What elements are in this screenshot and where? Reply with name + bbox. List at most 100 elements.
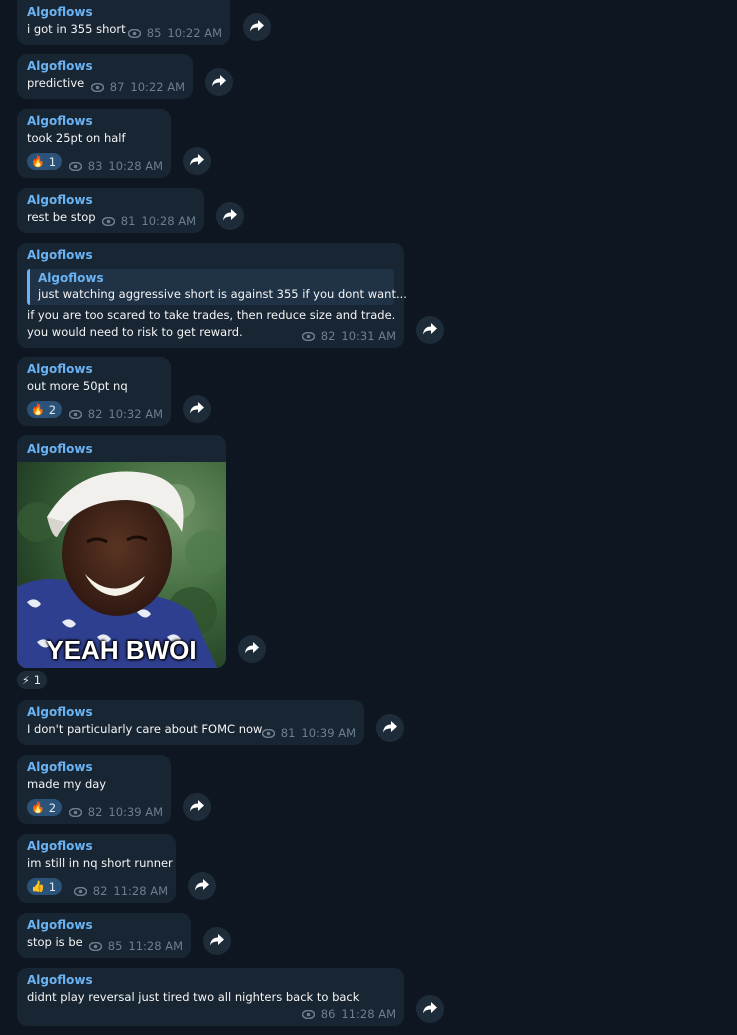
reaction-chip[interactable]: 🔥 1 [27,153,63,170]
sender-name[interactable]: Algoflows [27,760,93,774]
view-count: 82 [320,329,336,343]
sender-name[interactable]: Algoflows [27,59,93,73]
message-time: 11:28 AM [113,884,168,898]
message-bubble[interactable]: Algoflows predictive 87 10:22 AM [17,54,193,99]
message-meta: 87 10:22 AM [90,80,185,94]
reaction-count: 1 [48,879,57,894]
view-count: 83 [87,159,103,173]
forward-button[interactable] [238,635,266,663]
quote-text: just watching aggressive short is agains… [38,287,407,301]
sender-name[interactable]: Algoflows [27,248,93,262]
forward-icon [212,74,226,90]
message-time: 10:28 AM [108,159,163,173]
sender-name[interactable]: Algoflows [27,973,93,987]
message-text-line-1: if you are too scared to take trades, th… [27,308,396,322]
forward-button[interactable] [205,68,233,96]
eye-icon [68,161,82,171]
message-meta: 82 10:39 AM [68,805,163,819]
forward-icon [250,19,264,35]
message-text-line-2: you would need to risk to get reward. [27,325,243,339]
eye-icon [261,728,275,738]
message-meta: 81 10:28 AM [101,214,196,228]
forward-icon [423,322,437,338]
eye-icon [73,886,87,896]
message-bubble[interactable]: Algoflows took 25pt on half 🔥 1 83 10:28… [17,109,171,178]
sender-name[interactable]: Algoflows [27,839,93,853]
sender-name[interactable]: Algoflows [27,362,93,376]
forward-button[interactable] [376,714,404,742]
message-meta: 86 11:28 AM [301,1007,396,1021]
forward-button[interactable] [183,395,211,423]
message-text: I don't particularly care about FOMC now [27,722,263,736]
message-bubble[interactable]: Algoflows I don't particularly care abou… [17,700,364,745]
message-meta: 85 10:22 AM [127,26,222,40]
sender-name[interactable]: Algoflows [27,918,93,932]
message-bubble[interactable]: Algoflows stop is be 85 11:28 AM [17,913,191,958]
message-meta: 82 10:31 AM [301,329,396,343]
forward-button[interactable] [203,927,231,955]
message-text: made my day [27,777,107,791]
message-bubble[interactable]: Algoflows out more 50pt nq 🔥 2 82 10:32 … [17,357,171,426]
forward-button[interactable] [216,202,244,230]
forward-button[interactable] [183,793,211,821]
message-bubble[interactable]: Algoflows Algoflows just watching aggres… [17,243,407,348]
message-time: 10:39 AM [108,805,163,819]
message-text: out more 50pt nq [27,379,128,393]
eye-icon [101,216,115,226]
reply-quote[interactable]: Algoflows just watching aggressive short… [27,269,407,305]
reaction-chip[interactable]: 🔥 2 [27,799,63,816]
message-time: 10:31 AM [341,329,396,343]
message-text: didnt play reversal just tired two all n… [27,990,360,1004]
gif-caption: YEAH BWOI [46,635,197,665]
eye-icon [88,941,102,951]
sender-name[interactable]: Algoflows [27,5,93,19]
reaction-chip[interactable]: 👍 1 [27,878,63,895]
message-bubble[interactable]: Algoflows didnt play reversal just tired… [17,968,404,1026]
message-text: took 25pt on half [27,131,126,145]
message-time: 11:28 AM [128,939,183,953]
forward-button[interactable] [183,147,211,175]
forward-icon [190,799,204,815]
view-count: 82 [92,884,108,898]
message-meta: 82 11:28 AM [73,884,168,898]
forward-button[interactable] [416,316,444,344]
sender-name[interactable]: Algoflows [27,193,93,207]
message-time: 10:32 AM [108,407,163,421]
fire-icon: 🔥 [31,801,45,814]
gif-media[interactable]: YEAH BWOI [17,462,226,668]
message-bubble[interactable]: Algoflows YEAH BWOI [17,435,226,668]
message-text: stop is be [27,935,83,949]
reaction-chip[interactable]: 🔥 2 [27,401,63,418]
message-time: 10:28 AM [141,214,196,228]
reaction-count: 2 [48,402,57,417]
message-time: 10:22 AM [130,80,185,94]
forward-icon [195,878,209,894]
forward-icon [210,933,224,949]
eye-icon [127,28,141,38]
sender-name[interactable]: Algoflows [27,442,93,456]
message-bubble[interactable]: Algoflows rest be stop 81 10:28 AM [17,188,204,233]
view-count: 81 [120,214,136,228]
message-text: im still in nq short runner [27,856,173,870]
eye-icon [68,807,82,817]
forward-button[interactable] [188,872,216,900]
reaction-count: 2 [48,800,57,815]
forward-button[interactable] [243,13,271,41]
lightning-icon: ⚡ [22,673,30,687]
forward-icon [423,1001,437,1017]
message-time: 10:22 AM [167,26,222,40]
message-bubble[interactable]: Algoflows i got in 355 short 85 10:22 AM [17,0,230,45]
sender-name[interactable]: Algoflows [27,114,93,128]
eye-icon [68,409,82,419]
view-count: 85 [146,26,162,40]
sender-name[interactable]: Algoflows [27,705,93,719]
reaction-chip[interactable]: ⚡ 1 [17,671,48,689]
message-bubble[interactable]: Algoflows made my day 🔥 2 82 10:39 AM [17,755,171,824]
eye-icon [90,82,104,92]
view-count: 82 [87,407,103,421]
view-count: 87 [109,80,125,94]
fire-icon: 🔥 [31,403,45,416]
message-meta: 85 11:28 AM [88,939,183,953]
forward-button[interactable] [416,995,444,1023]
message-bubble[interactable]: Algoflows im still in nq short runner 👍 … [17,834,176,903]
